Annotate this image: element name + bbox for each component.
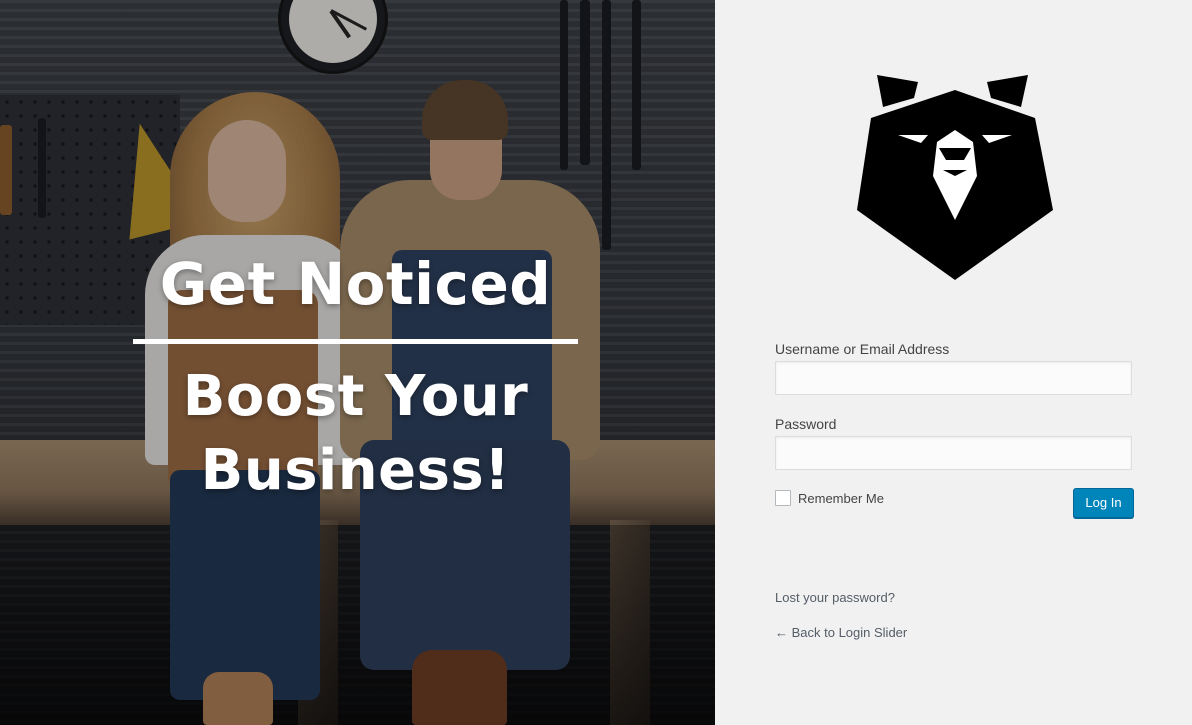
headline-line-2: Boost Your xyxy=(182,364,529,429)
remember-me-checkbox[interactable] xyxy=(775,490,791,506)
password-input[interactable] xyxy=(775,436,1132,470)
image-overlay xyxy=(0,0,715,725)
bear-head-icon[interactable] xyxy=(855,72,1055,282)
headline-line-3: Business! xyxy=(200,438,511,503)
back-to-login-slider-link[interactable]: ← Back to Login Slider xyxy=(775,625,907,640)
username-input[interactable] xyxy=(775,361,1132,395)
headline-line-1: Get Noticed xyxy=(159,250,552,318)
password-label: Password xyxy=(775,416,837,432)
log-in-button[interactable]: Log In xyxy=(1073,488,1134,518)
headline-divider xyxy=(133,339,578,344)
lost-password-link[interactable]: Lost your password? xyxy=(775,590,895,605)
username-label: Username or Email Address xyxy=(775,341,950,357)
hero-image-panel xyxy=(0,0,715,725)
remember-me-label[interactable]: Remember Me xyxy=(798,491,884,506)
